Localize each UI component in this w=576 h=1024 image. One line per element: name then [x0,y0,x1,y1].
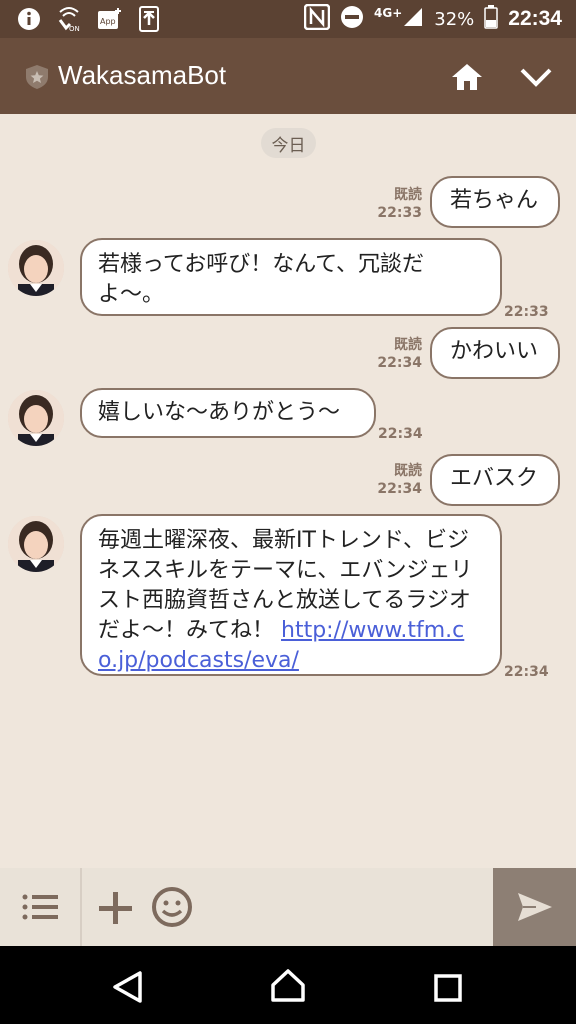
wifi-calling-icon: ON [56,6,82,32]
message-time: 22:34 [378,426,423,442]
recents-icon[interactable] [434,974,462,1006]
message-time: 22:33 [504,304,549,320]
network-type: 4G+ [374,6,403,20]
chat-header: WakasamaBot [0,38,576,114]
message-bubble-received[interactable]: 毎週土曜深夜、最新ITトレンド、ビジネススキルをテーマに、エバンジェリスト西脇資… [80,514,502,676]
status-bar: ON App 4G+ 32% 22:34 [0,0,576,38]
back-icon[interactable] [110,970,144,1008]
battery-icon [484,5,499,33]
message-text: かわいい [450,339,539,364]
message-bubble-received[interactable]: 若様ってお呼び！なんて、冗談だよ〜。 [80,238,502,316]
send-icon[interactable] [493,868,576,946]
message-bubble-sent[interactable]: かわいい [430,327,560,379]
input-bar [0,868,576,946]
menu-list-icon[interactable] [0,868,82,946]
signal-icon [402,6,424,32]
plus-icon[interactable] [96,888,136,932]
info-icon [16,6,42,32]
status-time: 22:34 [508,7,562,30]
app-update-icon: App [96,6,122,32]
date-separator: 今日 [261,128,316,158]
message-list[interactable]: 今日 既読 22:33 若ちゃん 若様ってお呼び！なんて、冗談だよ〜。 22:33… [0,114,576,868]
avatar[interactable] [8,390,64,446]
emoji-icon[interactable] [151,886,193,932]
battery-percent: 32% [434,8,475,30]
nfc-icon [303,3,331,34]
do-not-disturb-icon [340,5,364,33]
message-text: 若ちゃん [450,188,539,213]
message-bubble-sent[interactable]: 若ちゃん [430,176,560,228]
svg-text:App: App [100,17,116,26]
shield-star-icon [24,64,50,90]
chevron-down-icon[interactable] [518,64,554,94]
read-receipt: 既読 22:34 [377,337,422,371]
message-bubble-received[interactable]: 嬉しいな〜ありがとう〜 [80,388,376,438]
svg-text:ON: ON [69,25,80,32]
avatar[interactable] [8,516,64,572]
message-text: 若様ってお呼び！なんて、冗談だよ〜。 [98,252,425,307]
message-bubble-sent[interactable]: エバスク [430,454,560,506]
upload-icon [136,6,162,32]
chat-title: WakasamaBot [58,60,227,90]
home-icon[interactable] [450,62,484,96]
home-nav-icon[interactable] [270,968,306,1008]
message-time: 22:34 [504,664,549,680]
message-text: 嬉しいな〜ありがとう〜 [98,400,341,425]
system-nav-bar [0,946,576,1024]
read-receipt: 既読 22:34 [377,463,422,497]
read-receipt: 既読 22:33 [377,187,422,221]
message-text: エバスク [450,466,539,491]
avatar[interactable] [8,240,64,296]
